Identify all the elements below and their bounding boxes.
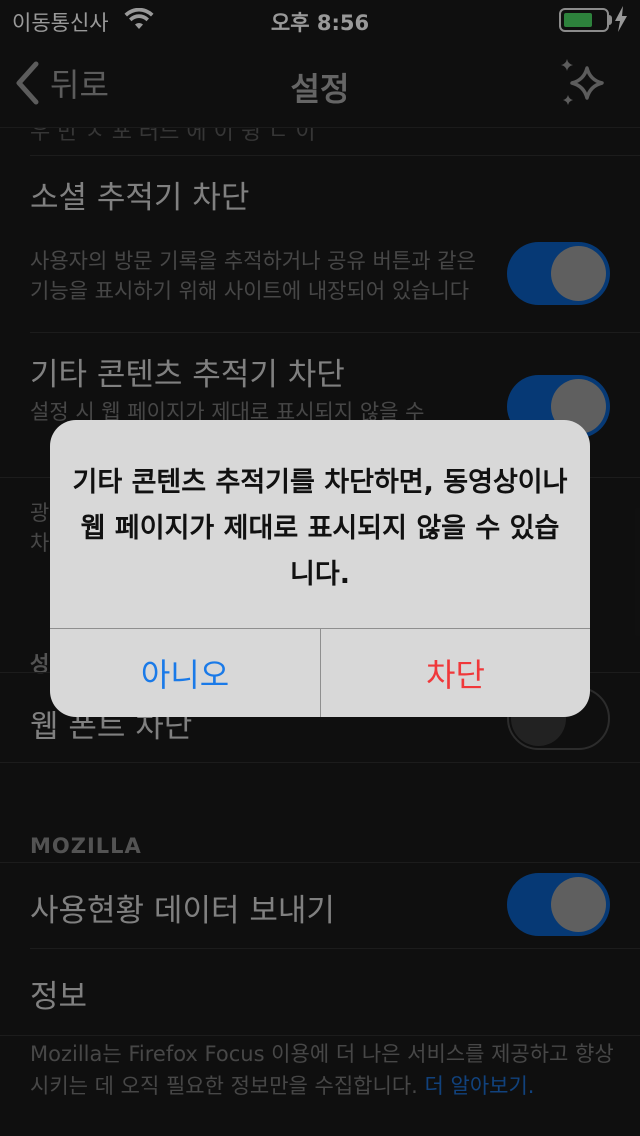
alert-block-button[interactable]: 차단	[321, 629, 590, 717]
alert-cancel-button[interactable]: 아니오	[50, 629, 320, 717]
alert-dialog: 기타 콘텐츠 추적기를 차단하면, 동영상이나 웹 페이지가 제대로 표시되지 …	[50, 420, 590, 717]
alert-message: 기타 콘텐츠 추적기를 차단하면, 동영상이나 웹 페이지가 제대로 표시되지 …	[72, 467, 568, 590]
